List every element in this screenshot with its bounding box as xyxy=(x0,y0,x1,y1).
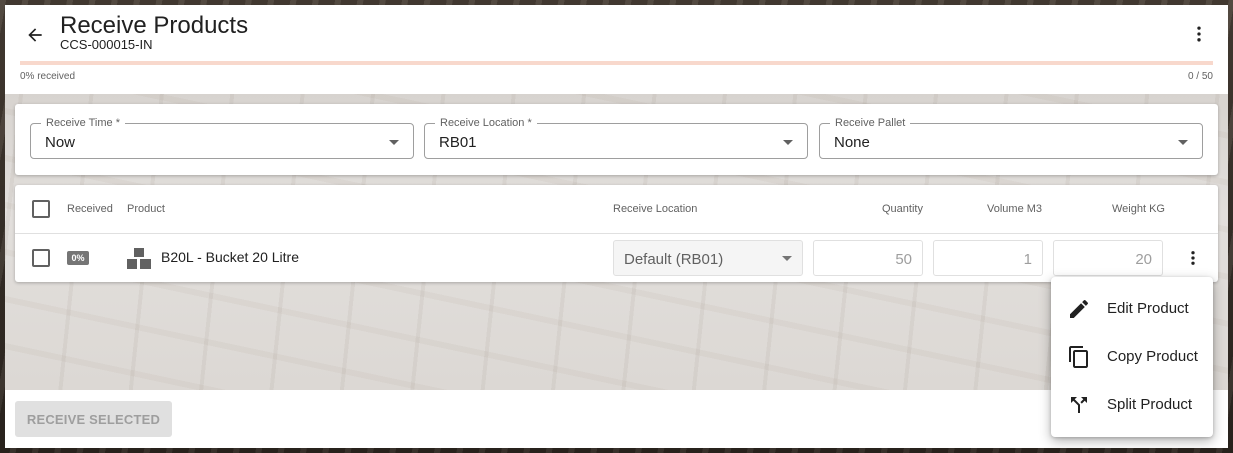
chevron-down-icon xyxy=(782,256,792,261)
receive-selected-button[interactable]: RECEIVE SELECTED xyxy=(15,401,172,437)
receive-location-value: RB01 xyxy=(439,134,477,151)
products-table: Received Product Receive Location Quanti… xyxy=(15,185,1218,282)
menu-item-split-product[interactable]: Split Product xyxy=(1051,381,1213,429)
product-context-menu: Edit Product Copy Product Split Product xyxy=(1051,277,1213,437)
column-header-quantity: Quantity xyxy=(882,203,923,215)
receive-products-window: Receive Products CCS-000015-IN 0% receiv… xyxy=(5,5,1228,448)
receive-pallet-label: Receive Pallet xyxy=(830,116,911,130)
menu-item-copy-product[interactable]: Copy Product xyxy=(1051,333,1213,381)
content-area: Receive Time * Now Receive Location * RB… xyxy=(5,94,1228,390)
page-header: Receive Products CCS-000015-IN 0% receiv… xyxy=(5,5,1228,94)
receive-location-label: Receive Location * xyxy=(435,116,537,130)
select-all-checkbox[interactable] xyxy=(32,200,50,218)
receive-time-select[interactable]: Receive Time * Now xyxy=(30,116,414,159)
more-vertical-icon xyxy=(1197,26,1201,42)
progress-label: 0% received xyxy=(20,71,76,82)
row-checkbox[interactable] xyxy=(32,249,50,267)
column-header-received: Received xyxy=(67,203,113,215)
arrow-left-icon xyxy=(28,28,42,42)
pencil-icon xyxy=(1070,299,1089,318)
menu-item-label: Copy Product xyxy=(1107,348,1198,365)
menu-item-label: Edit Product xyxy=(1107,300,1189,317)
receive-pallet-value: None xyxy=(834,134,870,151)
copy-icon xyxy=(1069,346,1088,368)
receive-filters-card: Receive Time * Now Receive Location * RB… xyxy=(15,104,1218,175)
order-reference: CCS-000015-IN xyxy=(60,37,153,52)
chevron-down-icon xyxy=(783,140,793,145)
page-title: Receive Products xyxy=(60,12,249,39)
column-header-volume: Volume M3 xyxy=(987,203,1043,215)
column-header-weight: Weight KG xyxy=(1112,203,1165,215)
receive-pallet-select[interactable]: Receive Pallet None xyxy=(819,116,1203,159)
back-button[interactable] xyxy=(19,19,51,51)
chevron-down-icon xyxy=(389,140,399,145)
row-location-value: Default (RB01) xyxy=(624,251,724,268)
received-percent-badge: 0% xyxy=(67,251,89,265)
column-header-receive-location: Receive Location xyxy=(613,203,698,215)
column-header-product: Product xyxy=(127,203,165,215)
row-location-select[interactable]: Default (RB01) xyxy=(613,240,803,276)
volume-input[interactable]: 1 xyxy=(933,240,1043,276)
quantity-input[interactable]: 50 xyxy=(813,240,923,276)
receive-location-select[interactable]: Receive Location * RB01 xyxy=(424,116,808,159)
row-more-button[interactable] xyxy=(1181,243,1205,273)
split-icon xyxy=(1071,397,1087,413)
product-name: B20L - Bucket 20 Litre xyxy=(161,249,300,265)
receive-time-value: Now xyxy=(45,134,76,151)
chevron-down-icon xyxy=(1178,140,1188,145)
header-divider xyxy=(15,233,1218,234)
weight-input[interactable]: 20 xyxy=(1053,240,1163,276)
page-footer: RECEIVE SELECTED xyxy=(5,390,1228,448)
boxes-icon xyxy=(127,248,151,269)
menu-item-edit-product[interactable]: Edit Product xyxy=(1051,285,1213,333)
header-more-button[interactable] xyxy=(1184,19,1214,49)
progress-count: 0 / 50 xyxy=(1187,71,1213,82)
receive-time-label: Receive Time * xyxy=(41,116,125,130)
more-vertical-icon xyxy=(1191,251,1195,265)
progress-bar xyxy=(20,61,1213,65)
menu-item-label: Split Product xyxy=(1107,396,1193,413)
